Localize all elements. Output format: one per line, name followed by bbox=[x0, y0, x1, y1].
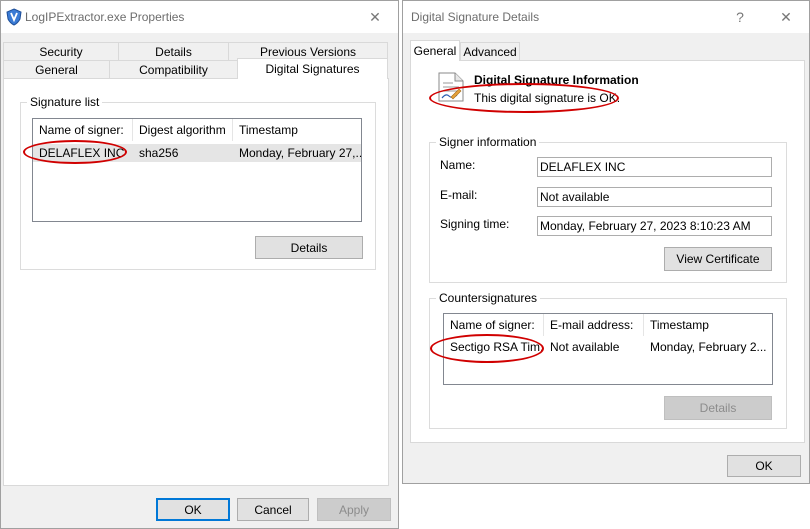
tab-compatibility[interactable]: Compatibility bbox=[109, 60, 238, 79]
email-label: E-mail: bbox=[440, 188, 478, 202]
close-button[interactable]: ✕ bbox=[352, 1, 398, 33]
signing-time-label: Signing time: bbox=[440, 217, 510, 231]
window-title: LogIPExtractor.exe Properties bbox=[25, 10, 185, 24]
column-header-email[interactable]: E-mail address: bbox=[544, 314, 644, 336]
tab-general[interactable]: General bbox=[410, 40, 460, 61]
column-header-timestamp[interactable]: Timestamp bbox=[233, 119, 361, 141]
close-icon: ✕ bbox=[780, 8, 792, 25]
certificate-icon bbox=[437, 71, 465, 106]
row-email: Not available bbox=[550, 340, 620, 354]
name-label: Name: bbox=[440, 158, 476, 172]
table-row[interactable]: DELAFLEX INC sha256 Monday, February 27,… bbox=[33, 144, 361, 162]
signature-status-text: This digital signature is OK. bbox=[474, 91, 621, 105]
close-button[interactable]: ✕ bbox=[763, 1, 809, 33]
tab-page: Signature list Name of signer: Digest al… bbox=[3, 78, 389, 486]
signer-information-group: Signer information Name: DELAFLEX INC E-… bbox=[429, 135, 787, 283]
close-icon: ✕ bbox=[369, 8, 381, 25]
tab-digital-signatures[interactable]: Digital Signatures bbox=[237, 58, 388, 79]
signature-details-window: Digital Signature Details ? ✕ General Ad… bbox=[402, 0, 810, 484]
details-titlebar[interactable]: Digital Signature Details ? ✕ bbox=[403, 1, 809, 33]
tab-security[interactable]: Security bbox=[3, 42, 119, 61]
shield-app-icon bbox=[5, 8, 23, 29]
signature-list[interactable]: Name of signer: Digest algorithm Timesta… bbox=[32, 118, 362, 222]
tab-details[interactable]: Details bbox=[118, 42, 229, 61]
name-field[interactable]: DELAFLEX INC bbox=[537, 157, 772, 177]
help-button[interactable]: ? bbox=[717, 1, 763, 33]
properties-window: LogIPExtractor.exe Properties ✕ Security… bbox=[0, 0, 399, 529]
table-row[interactable]: Sectigo RSA Tim... Not available Monday,… bbox=[444, 338, 772, 356]
details-button[interactable]: Details bbox=[255, 236, 363, 259]
column-header-signer[interactable]: Name of signer: bbox=[444, 314, 544, 336]
countersignatures-label: Countersignatures bbox=[436, 291, 541, 305]
row-signer: Sectigo RSA Tim... bbox=[450, 340, 544, 354]
row-timestamp: Monday, February 27,... bbox=[239, 146, 361, 160]
column-header-timestamp[interactable]: Timestamp bbox=[644, 314, 772, 336]
countersignature-list[interactable]: Name of signer: E-mail address: Timestam… bbox=[443, 313, 773, 385]
row-timestamp: Monday, February 2... bbox=[650, 340, 767, 354]
tab-general[interactable]: General bbox=[3, 60, 110, 79]
tab-page: Digital Signature Information This digit… bbox=[410, 60, 805, 443]
window-title: Digital Signature Details bbox=[411, 10, 540, 24]
row-signer: DELAFLEX INC bbox=[39, 146, 125, 160]
ok-button[interactable]: OK bbox=[156, 498, 230, 521]
signature-info-heading: Digital Signature Information bbox=[474, 73, 639, 87]
signer-information-label: Signer information bbox=[436, 135, 540, 149]
email-field[interactable]: Not available bbox=[537, 187, 772, 207]
countersignature-details-button[interactable]: Details bbox=[664, 396, 772, 420]
ok-button[interactable]: OK bbox=[727, 455, 801, 477]
countersignatures-group: Countersignatures Name of signer: E-mail… bbox=[429, 291, 787, 429]
signing-time-field[interactable]: Monday, February 27, 2023 8:10:23 AM bbox=[537, 216, 772, 236]
view-certificate-button[interactable]: View Certificate bbox=[664, 247, 772, 271]
cancel-button[interactable]: Cancel bbox=[237, 498, 309, 521]
column-header-signer[interactable]: Name of signer: bbox=[33, 119, 133, 141]
row-digest: sha256 bbox=[139, 146, 179, 160]
signature-list-label: Signature list bbox=[27, 95, 103, 109]
tab-advanced[interactable]: Advanced bbox=[460, 42, 520, 61]
properties-titlebar[interactable]: LogIPExtractor.exe Properties ✕ bbox=[1, 1, 398, 33]
signature-list-group: Signature list Name of signer: Digest al… bbox=[20, 95, 376, 270]
apply-button[interactable]: Apply bbox=[317, 498, 391, 521]
help-icon: ? bbox=[736, 9, 744, 25]
column-header-digest[interactable]: Digest algorithm bbox=[133, 119, 233, 141]
